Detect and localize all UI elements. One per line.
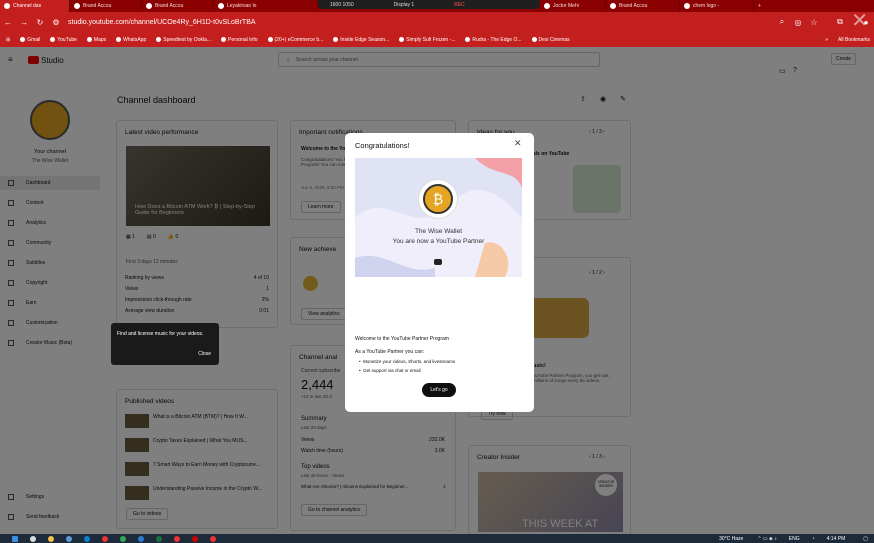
lets-go-button[interactable]: Let's go	[422, 383, 456, 397]
congratulations-dialog: Congratulations! ✕ ₿ The Wise Wallet You…	[345, 133, 534, 412]
dialog-close-icon[interactable]: ✕	[514, 138, 522, 149]
page-icon	[399, 37, 405, 42]
bookmark-desi-cinemas[interactable]: Desi Cinemas	[531, 37, 570, 43]
eye-off-icon[interactable]: ◎	[790, 18, 806, 27]
bookmark-inside-edge[interactable]: Inside Edge Season...	[333, 37, 389, 43]
tab-brand-account-3[interactable]: Brand Accou	[606, 0, 680, 12]
bookmark-ecommerce[interactable]: (20+) eCommerce b...	[267, 37, 323, 43]
youtube-favicon-icon	[4, 3, 10, 9]
creator-music-tooltip: Find and license music for your videos. …	[111, 323, 219, 365]
gmail-favicon-icon	[218, 3, 224, 9]
bookmark-gmail[interactable]: Gmail	[20, 37, 40, 43]
excel-icon[interactable]	[156, 535, 162, 542]
tooltip-close-button[interactable]: Close	[198, 351, 211, 357]
windows-start-icon[interactable]	[12, 535, 18, 542]
extensions-icon[interactable]: ⧉	[832, 17, 848, 27]
dialog-title: Congratulations!	[355, 141, 410, 150]
tray-icons[interactable]: ⌃ ▭ ◈ ♪	[757, 536, 776, 542]
tab-chem-logo[interactable]: chem logo -	[680, 0, 754, 12]
personal-info-icon	[221, 37, 227, 42]
address-bar-row: ← → ↻ ⚙ studio.youtube.com/channel/UCOe4…	[0, 12, 874, 32]
tab-joctor[interactable]: Joctor Mehi	[540, 0, 606, 12]
chrome-icon[interactable]	[102, 535, 108, 542]
screen-share-overlay: 1600 1050 Display 1 REC	[318, 0, 540, 9]
facebook-icon	[267, 37, 273, 42]
page-icon	[465, 37, 471, 42]
back-icon[interactable]: ←	[0, 18, 16, 27]
bitcoin-icon: ₿	[423, 184, 453, 214]
bookmarks-bar: ⊞ Gmail YouTube Maps WhatsApp Speedtest …	[0, 32, 874, 47]
bookmark-whatsapp[interactable]: WhatsApp	[116, 37, 146, 43]
page-favicon-icon	[544, 3, 550, 9]
tab-channel-dashboard[interactable]: Channel das	[0, 0, 70, 12]
bookmarks-overflow-icon[interactable]: »	[825, 37, 828, 43]
forward-icon[interactable]: →	[16, 18, 32, 27]
youtube-icon	[50, 37, 56, 42]
speedtest-icon	[156, 37, 162, 42]
tab-brand-account-2[interactable]: Brand Accou	[142, 0, 214, 12]
channel-avatar: ₿	[418, 179, 458, 219]
word-icon[interactable]	[138, 535, 144, 542]
file-explorer-icon[interactable]	[48, 535, 54, 542]
google-favicon-icon	[146, 3, 152, 9]
tab-leyakirsan[interactable]: Leyakirsan lo	[214, 0, 318, 12]
bookmark-sufi[interactable]: Simply Sufi Frozen -...	[399, 37, 455, 43]
page-icon	[531, 37, 537, 42]
all-bookmarks[interactable]: All Bookmarks	[838, 37, 870, 43]
tooltip-text: Find and license music for your videos.	[117, 331, 204, 337]
new-tab-button[interactable]: +	[754, 0, 765, 12]
welcome-text: Welcome to the YouTube Partner Program	[355, 336, 449, 342]
url-field[interactable]: studio.youtube.com/channel/UCOe4Ry_6H1D-…	[68, 19, 256, 26]
site-info-icon[interactable]: ⚙	[48, 18, 64, 27]
banner-channel-name: The Wise Wallet	[414, 228, 463, 235]
clock[interactable]: 4:14 PM	[827, 536, 846, 542]
tab-brand-account-1[interactable]: Brand Accou	[70, 0, 142, 12]
bookmark-speedtest[interactable]: Speedtest by Ookla...	[156, 37, 211, 43]
bookmark-rudra[interactable]: Rudra - The Edge O...	[465, 37, 522, 43]
zoom-icon[interactable]: ⌕	[774, 17, 790, 27]
recorder-icon[interactable]	[192, 535, 198, 542]
maps-icon	[86, 37, 92, 42]
mail-icon[interactable]	[66, 535, 72, 542]
language-indicator[interactable]: ENG	[789, 536, 800, 542]
app-icon[interactable]	[120, 535, 126, 542]
chrome-icon[interactable]	[174, 535, 180, 542]
record-indicator: REC	[454, 1, 465, 8]
wifi-icon[interactable]: ◔	[812, 536, 815, 542]
reload-icon[interactable]: ↻	[32, 18, 48, 27]
banner-partner-text: You are now a YouTube Partner	[392, 238, 485, 245]
partner-banner: ₿ The Wise Wallet You are now a YouTube …	[355, 158, 522, 277]
google-favicon-icon	[74, 3, 80, 9]
weather-widget[interactable]: 30°C Haze	[719, 536, 743, 542]
bookmark-star-icon[interactable]: ☆	[806, 18, 822, 27]
bookmark-maps[interactable]: Maps	[86, 37, 106, 43]
search-icon[interactable]	[30, 535, 36, 542]
close-overlay-icon[interactable]: ✕	[851, 8, 868, 33]
page-icon	[333, 37, 339, 42]
google-favicon-icon	[610, 3, 616, 9]
whatsapp-icon	[116, 37, 122, 42]
gmail-icon	[20, 37, 26, 42]
partner-intro: As a YouTube Partner you can:	[355, 349, 425, 355]
bookmark-personal-info[interactable]: Personal Info	[221, 37, 258, 43]
youtube-play-icon	[434, 259, 442, 265]
edge-icon[interactable]	[84, 535, 90, 542]
benefit-item: • Get support via chat or email	[359, 368, 421, 373]
windows-taskbar: 30°C Haze ⌃ ▭ ◈ ♪ ENG ◔ 4:14 PM ▢	[0, 534, 874, 543]
bookmark-youtube[interactable]: YouTube	[50, 37, 77, 43]
benefit-item: • Monetize your videos, Shorts, and live…	[359, 359, 456, 364]
notification-icon[interactable]: ▢	[863, 536, 868, 542]
chrome-icon[interactable]	[210, 535, 216, 542]
google-favicon-icon	[684, 3, 690, 9]
apps-icon[interactable]: ⊞	[6, 37, 10, 43]
